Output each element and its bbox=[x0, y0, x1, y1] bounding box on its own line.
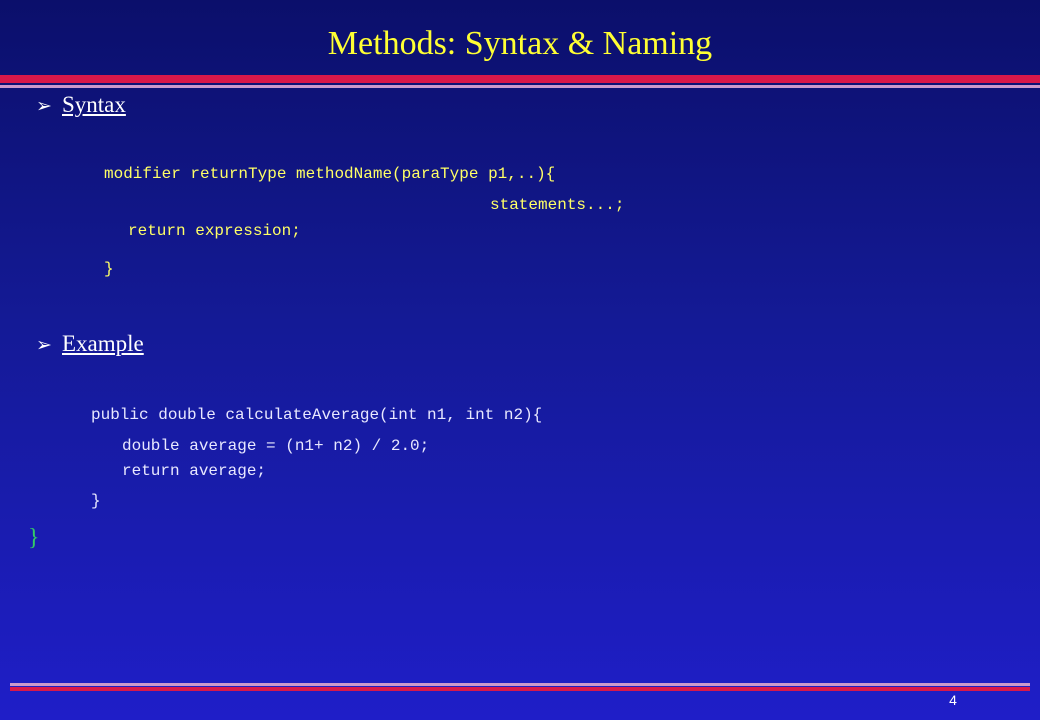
page-number: 4 bbox=[949, 692, 957, 708]
bullet-syntax-label: Syntax bbox=[62, 92, 126, 117]
stray-close-brace: } bbox=[28, 525, 40, 551]
title-underline-pink bbox=[0, 85, 1040, 88]
example-code-signature: public double calculateAverage(int n1, i… bbox=[91, 406, 543, 424]
slide: Methods: Syntax & Naming ➢ Syntax modifie… bbox=[0, 0, 1040, 720]
syntax-code-close-brace: } bbox=[104, 260, 114, 278]
bullet-syntax: ➢ Syntax bbox=[36, 91, 126, 120]
title-underline-red bbox=[0, 75, 1040, 83]
example-code-line-2: return average; bbox=[122, 462, 267, 480]
arrow-bullet-icon: ➢ bbox=[36, 95, 52, 117]
footer-rule-pink bbox=[10, 683, 1030, 686]
bullet-example: ➢ Example bbox=[36, 330, 144, 359]
example-code-close-brace: } bbox=[91, 492, 101, 510]
syntax-code-return: return expression; bbox=[128, 222, 301, 240]
syntax-code-signature: modifier returnType methodName(paraType … bbox=[104, 165, 556, 183]
arrow-bullet-icon: ➢ bbox=[36, 334, 52, 356]
syntax-code-statements: statements...; bbox=[490, 196, 625, 214]
footer-rule-red bbox=[10, 687, 1030, 691]
example-code-line-1: double average = (n1+ n2) / 2.0; bbox=[122, 437, 430, 455]
slide-title: Methods: Syntax & Naming bbox=[327, 25, 713, 62]
bullet-example-label: Example bbox=[62, 331, 144, 356]
